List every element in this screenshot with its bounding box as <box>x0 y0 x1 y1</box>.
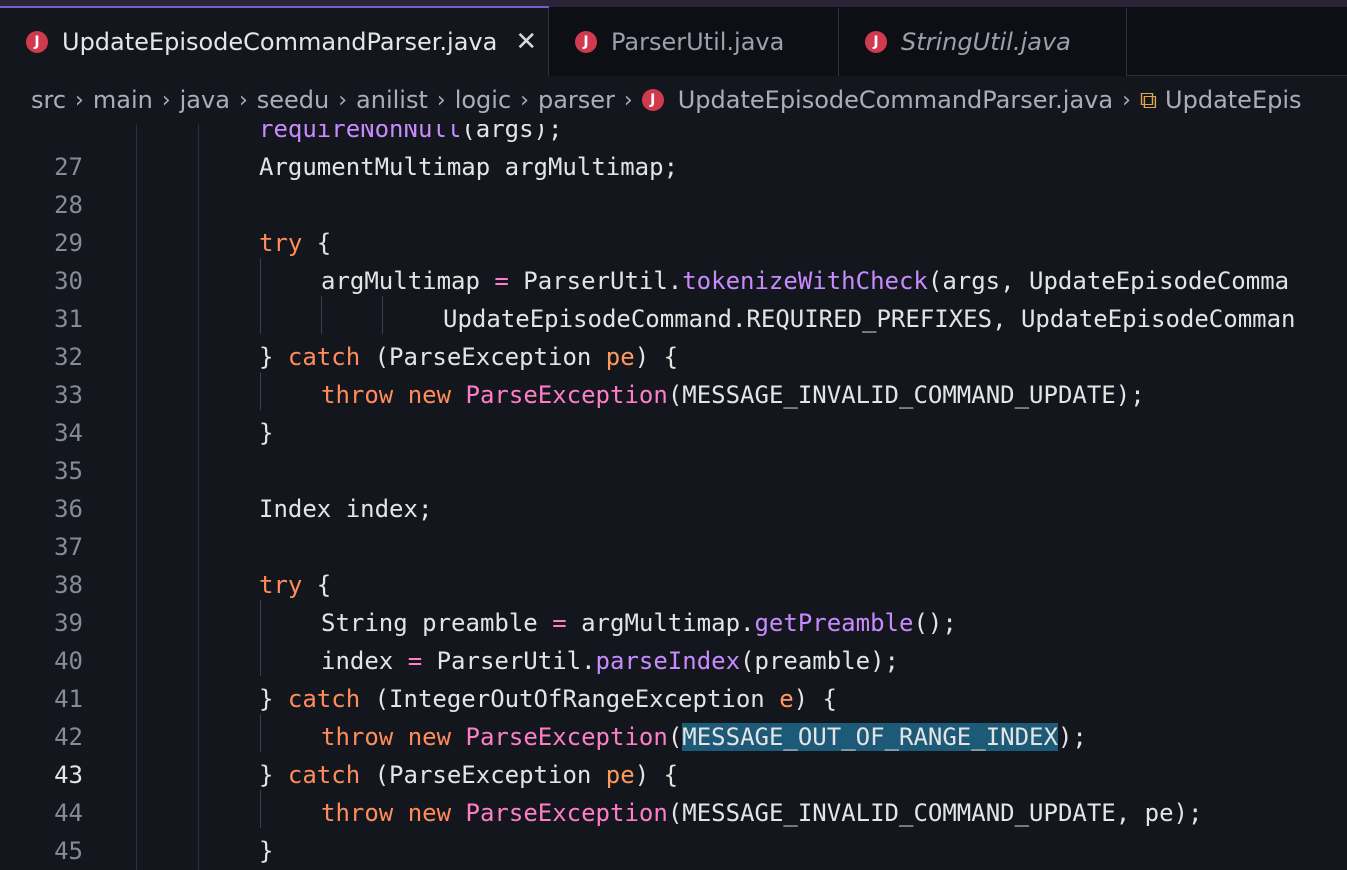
selected-text[interactable]: MESSAGE_OUT_OF_RANGE_INDEX <box>682 723 1058 751</box>
code-line: 35 } <box>0 414 1347 485</box>
code-line: 46 } <box>0 832 1347 870</box>
code-text: ArgumentMultimap argMultimap; <box>259 153 679 181</box>
code-line: 33 } catch (ParseException pe) { <box>0 338 1347 409</box>
code-line: 34 throw new ParseException(MESSAGE_INVA… <box>0 376 1347 447</box>
chevron-right-icon: › <box>520 87 529 113</box>
code-line: 36 <box>0 452 1347 523</box>
code-line: 29 <box>0 186 1347 257</box>
tab-updateepisodecommandparser[interactable]: J UpdateEpisodeCommandParser.java ✕ <box>0 8 549 76</box>
code-line-current: 43 throw new ParseException(MESSAGE_OUT_… <box>0 718 1347 789</box>
code-text: try { <box>259 229 332 257</box>
code-text: throw new ParseException(MESSAGE_INVALID… <box>321 381 1145 409</box>
code-text: index = ParserUtil.parseIndex(preamble); <box>321 647 899 675</box>
breadcrumb-item[interactable]: parser <box>538 86 615 114</box>
java-file-icon: J <box>865 31 887 53</box>
chevron-right-icon: › <box>338 87 348 113</box>
tab-stringutil[interactable]: J StringUtil.java <box>839 8 1127 76</box>
breadcrumb: src › main › java › seedu › anilist › logic › … <box>0 76 1347 124</box>
code-line: 37 Index index; <box>0 490 1347 561</box>
code-line: 40 String preamble = argMultimap.getPrea… <box>0 604 1347 675</box>
code-line: 32 UpdateEpisodeCommand.REQUIRED_PREFIXE… <box>0 300 1347 371</box>
code-line: 38 <box>0 528 1347 599</box>
breadcrumb-item[interactable]: main <box>93 86 153 114</box>
breadcrumb-item[interactable]: logic <box>455 86 511 114</box>
code-text: UpdateEpisodeCommand.REQUIRED_PREFIXES, … <box>443 305 1296 333</box>
editor-tab-bar: J UpdateEpisodeCommandParser.java ✕ J Pa… <box>0 8 1347 76</box>
code-text: requireNonNull(args); <box>259 124 563 143</box>
tab-label: StringUtil.java <box>901 28 1071 56</box>
chevron-right-icon: › <box>161 87 171 113</box>
breadcrumb-item[interactable]: src <box>31 86 66 114</box>
code-editor[interactable]: 27 requireNonNull(args); 28 ArgumentMult… <box>0 124 1347 870</box>
chevron-right-icon: › <box>623 87 633 113</box>
code-line: 27 requireNonNull(args); <box>0 124 1347 181</box>
code-text: throw new ParseException(MESSAGE_INVALID… <box>321 799 1203 827</box>
code-line: 39 try { <box>0 566 1347 637</box>
code-text: String preamble = argMultimap.getPreambl… <box>321 609 957 637</box>
chevron-right-icon: › <box>1122 87 1131 113</box>
chevron-right-icon: › <box>75 87 84 113</box>
code-line: 28 ArgumentMultimap argMultimap; <box>0 148 1347 219</box>
java-file-icon: J <box>575 31 597 53</box>
close-icon[interactable]: ✕ <box>515 27 537 57</box>
chevron-right-icon: › <box>436 87 446 113</box>
breadcrumb-item[interactable]: anilist <box>356 86 428 114</box>
code-text: } catch (IntegerOutOfRangeException e) { <box>259 685 837 713</box>
java-file-icon: J <box>641 89 664 111</box>
tab-label: ParserUtil.java <box>611 28 785 56</box>
code-line: 30 try { <box>0 224 1347 295</box>
code-line: 44 } catch (ParseException pe) { <box>0 756 1347 827</box>
code-text: Index index; <box>259 495 433 523</box>
chevron-right-icon: › <box>238 87 248 113</box>
code-text: throw new ParseException(MESSAGE_OUT_OF_… <box>321 723 1087 751</box>
code-lines: 27 requireNonNull(args); 28 ArgumentMult… <box>0 124 1347 870</box>
code-line: 42 } catch (IntegerOutOfRangeException e… <box>0 680 1347 751</box>
code-text: } catch (ParseException pe) { <box>259 343 679 371</box>
breadcrumb-item[interactable]: seedu <box>257 86 329 114</box>
code-text: } <box>259 419 274 447</box>
class-symbol-icon: ⧉ <box>1139 86 1158 114</box>
java-file-icon: J <box>26 31 48 53</box>
code-text: argMultimap = ParserUtil.tokenizeWithChe… <box>321 267 1290 295</box>
breadcrumb-item[interactable]: java <box>180 86 230 114</box>
code-line: 41 index = ParserUtil.parseIndex(preambl… <box>0 642 1347 713</box>
tab-label: UpdateEpisodeCommandParser.java <box>62 28 498 56</box>
breadcrumb-symbol[interactable]: UpdateEpis <box>1165 86 1302 114</box>
code-line: 31 argMultimap = ParserUtil.tokenizeWith… <box>0 262 1347 333</box>
code-line: 45 throw new ParseException(MESSAGE_INVA… <box>0 794 1347 865</box>
code-text: } catch (ParseException pe) { <box>259 761 679 789</box>
tab-parserutil[interactable]: J ParserUtil.java <box>549 8 839 76</box>
code-text: try { <box>259 571 332 599</box>
breadcrumb-file[interactable]: UpdateEpisodeCommandParser.java <box>678 86 1113 114</box>
code-text: } <box>259 837 274 865</box>
